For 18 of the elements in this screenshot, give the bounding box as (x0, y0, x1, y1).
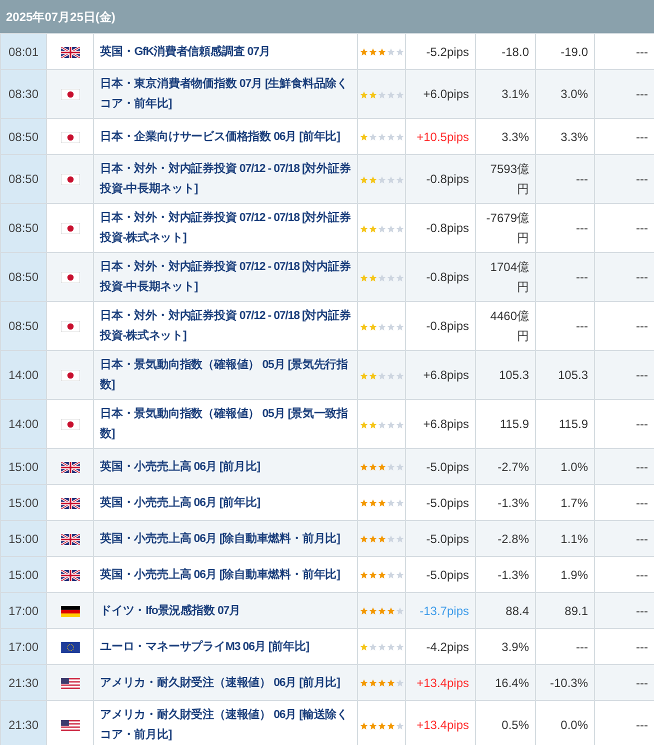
time-cell: 08:30 (0, 70, 46, 118)
time-cell: 21:30 (0, 700, 46, 745)
time-cell: 21:30 (0, 664, 46, 700)
time-cell: 15:00 (0, 484, 46, 520)
time-cell: 15:00 (0, 448, 46, 484)
date-header: 2025年07月25日(金) (0, 0, 654, 33)
time-cell: 08:50 (0, 154, 46, 204)
time-cell: 15:00 (0, 556, 46, 592)
time-cell: 08:50 (0, 302, 46, 350)
time-cell: 08:50 (0, 204, 46, 252)
time-cell: 14:00 (0, 350, 46, 400)
time-cell: 15:00 (0, 520, 46, 556)
time-cell: 08:50 (0, 252, 46, 302)
time-cell: 17:00 (0, 592, 46, 628)
time-cell: 17:00 (0, 628, 46, 664)
time-cell: 14:00 (0, 400, 46, 448)
time-cell: 08:01 (0, 34, 46, 70)
time-cell: 08:50 (0, 118, 46, 154)
